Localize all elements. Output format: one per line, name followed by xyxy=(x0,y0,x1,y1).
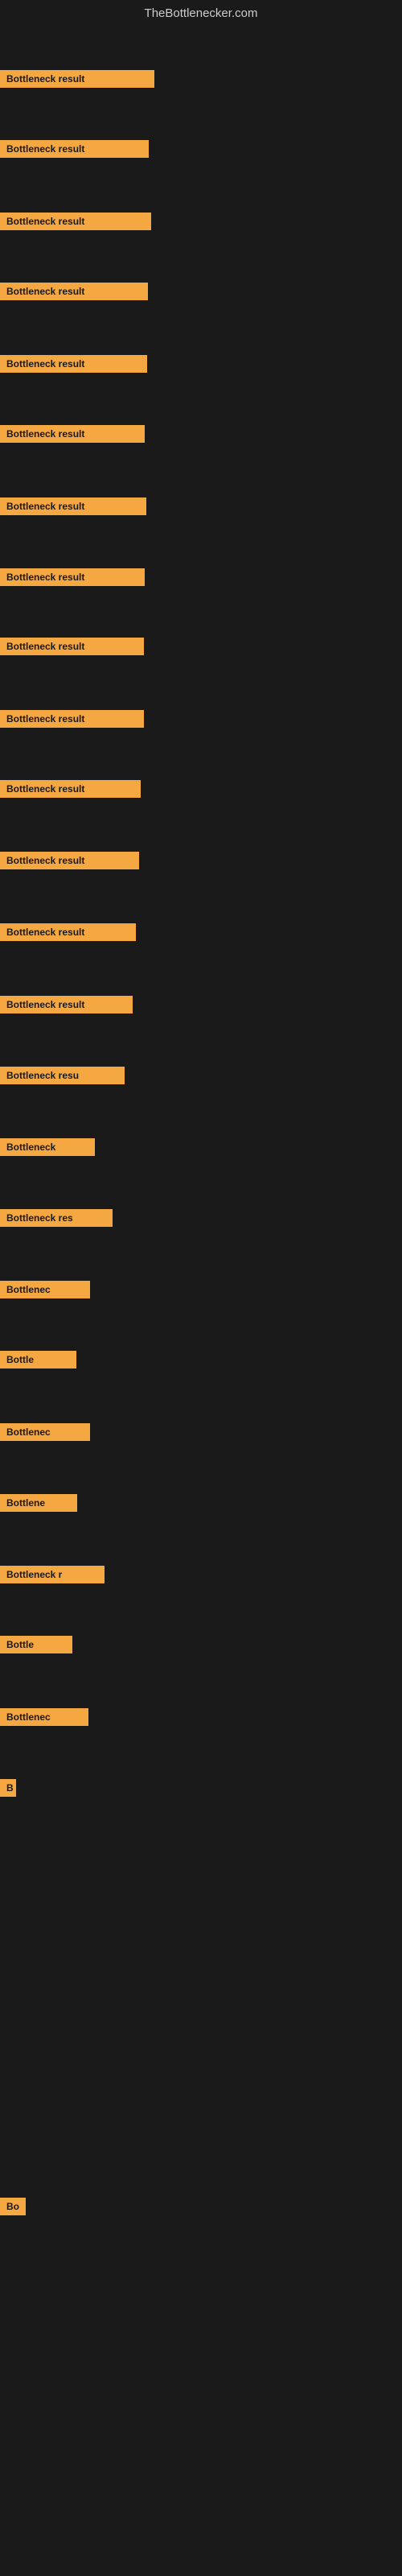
bottleneck-result-label: Bottleneck resu xyxy=(0,1067,125,1084)
bottleneck-result-label: Bottleneck result xyxy=(0,355,147,373)
bottleneck-result-label: Bottlenec xyxy=(0,1708,88,1726)
bottleneck-result-label: Bottleneck r xyxy=(0,1566,105,1583)
bottleneck-result-label: Bottleneck result xyxy=(0,923,136,941)
bar-item: Bottleneck result xyxy=(0,780,141,798)
bottleneck-result-label: Bottleneck result xyxy=(0,710,144,728)
bottleneck-result-label: Bottleneck xyxy=(0,1138,95,1156)
bar-item: Bottleneck result xyxy=(0,283,148,300)
bar-item: Bottleneck result xyxy=(0,425,145,443)
bottleneck-result-label: B xyxy=(0,1779,16,1797)
bar-item: Bottleneck result xyxy=(0,355,147,373)
bar-item: Bottleneck result xyxy=(0,638,144,655)
bar-item: Bottle xyxy=(0,1351,76,1368)
site-title: TheBottlenecker.com xyxy=(145,6,258,20)
bottleneck-result-label: Bottleneck result xyxy=(0,283,148,300)
bar-item: Bottleneck result xyxy=(0,996,133,1013)
bar-item: Bottleneck resu xyxy=(0,1067,125,1084)
bottleneck-result-label: Bottle xyxy=(0,1636,72,1653)
bar-item: Bottlenec xyxy=(0,1708,88,1726)
bar-item: Bottleneck result xyxy=(0,568,145,586)
bottleneck-result-label: Bottle xyxy=(0,1351,76,1368)
bar-item: Bottleneck result xyxy=(0,70,154,88)
site-header: TheBottlenecker.com xyxy=(0,0,402,24)
bottleneck-result-label: Bottleneck result xyxy=(0,852,139,869)
bar-item: Bottleneck result xyxy=(0,497,146,515)
bottleneck-result-label: Bottleneck result xyxy=(0,497,146,515)
bar-item: Bottleneck result xyxy=(0,710,144,728)
bar-item: Bottle xyxy=(0,1636,72,1653)
bottleneck-result-label: Bottleneck result xyxy=(0,425,145,443)
bottleneck-result-label: Bottleneck result xyxy=(0,638,144,655)
bottleneck-result-label: Bottleneck res xyxy=(0,1209,113,1227)
bottleneck-result-label: Bo xyxy=(0,2198,26,2215)
bar-item: Bottleneck result xyxy=(0,140,149,158)
bottleneck-result-label: Bottleneck result xyxy=(0,70,154,88)
bar-item: Bottlene xyxy=(0,1494,77,1512)
bar-item: Bo xyxy=(0,2198,26,2215)
bottleneck-result-label: Bottlene xyxy=(0,1494,77,1512)
bar-item: Bottleneck result xyxy=(0,923,136,941)
bottleneck-result-label: Bottleneck result xyxy=(0,568,145,586)
bottleneck-result-label: Bottleneck result xyxy=(0,213,151,230)
bottleneck-result-label: Bottleneck result xyxy=(0,780,141,798)
bar-item: Bottlenec xyxy=(0,1281,90,1298)
bottleneck-result-label: Bottleneck result xyxy=(0,996,133,1013)
bottleneck-result-label: Bottleneck result xyxy=(0,140,149,158)
bottleneck-result-label: Bottlenec xyxy=(0,1423,90,1441)
bar-item: Bottleneck r xyxy=(0,1566,105,1583)
chart-area: Bottleneck result Bottleneck result Bottle… xyxy=(0,24,402,2560)
bar-item: Bottleneck xyxy=(0,1138,95,1156)
bar-item: B xyxy=(0,1779,16,1797)
bar-item: Bottleneck res xyxy=(0,1209,113,1227)
bottleneck-result-label: Bottlenec xyxy=(0,1281,90,1298)
bar-item: Bottleneck result xyxy=(0,852,139,869)
bar-item: Bottleneck result xyxy=(0,213,151,230)
bar-item: Bottlenec xyxy=(0,1423,90,1441)
